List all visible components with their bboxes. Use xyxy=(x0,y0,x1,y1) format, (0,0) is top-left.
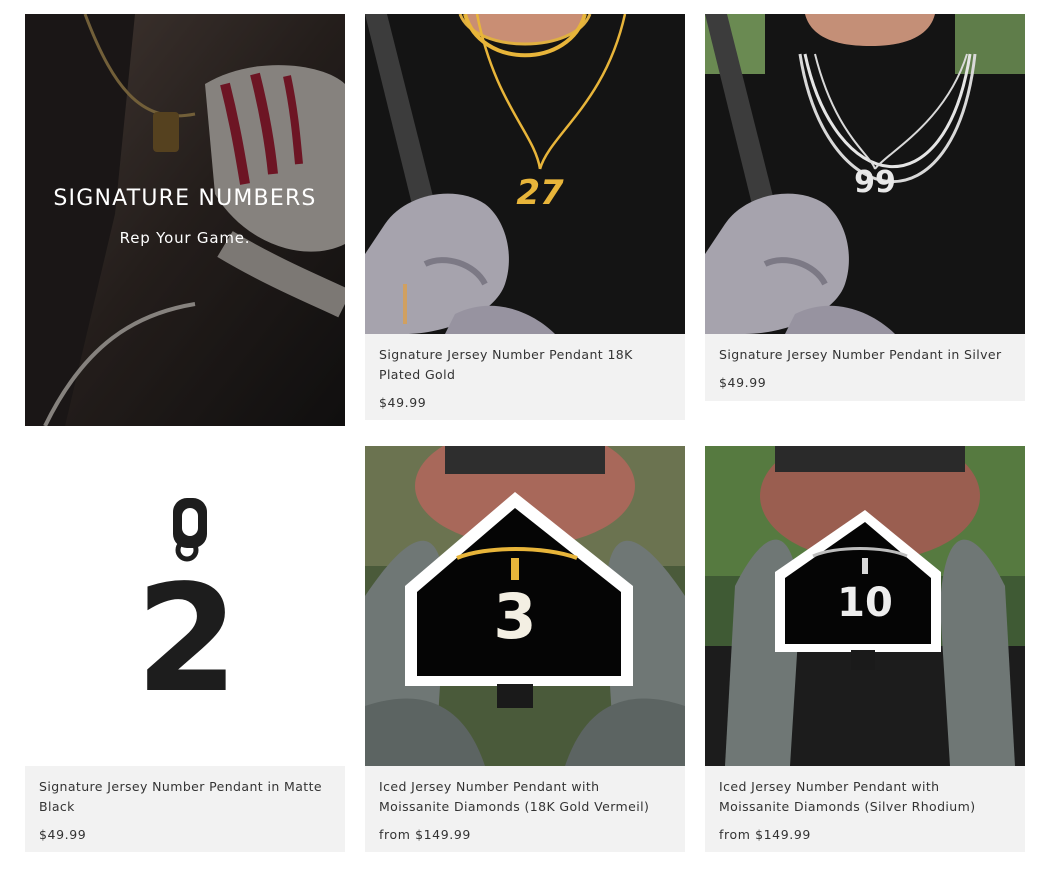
product-image[interactable]: 3 xyxy=(365,446,685,766)
product-title[interactable]: Iced Jersey Number Pendant with Moissani… xyxy=(379,777,671,817)
hero-title: SIGNATURE NUMBERS xyxy=(53,186,317,211)
pendant-number: 27 xyxy=(516,173,564,213)
product-price: from $149.99 xyxy=(719,827,811,842)
product-info: Signature Jersey Number Pendant 18K Plat… xyxy=(365,334,685,420)
product-price: from $149.99 xyxy=(379,827,471,842)
product-image[interactable]: 10 xyxy=(705,446,1025,766)
product-title[interactable]: Iced Jersey Number Pendant with Moissani… xyxy=(719,777,1011,817)
pendant-number: 99 xyxy=(854,165,896,200)
product-image[interactable]: 27 xyxy=(365,14,685,334)
hero-image xyxy=(25,14,345,426)
product-info: Iced Jersey Number Pendant with Moissani… xyxy=(705,766,1025,852)
collection-hero-tile[interactable]: SIGNATURE NUMBERS Rep Your Game. xyxy=(25,14,345,426)
pendant-number: 3 xyxy=(493,580,536,653)
hero-subtitle: Rep Your Game. xyxy=(119,229,251,247)
product-price: $49.99 xyxy=(39,827,87,842)
product-image[interactable]: 99 xyxy=(705,14,1025,334)
product-info: Signature Jersey Number Pendant in Matte… xyxy=(25,766,345,852)
pendant-number: 2 xyxy=(136,553,239,725)
product-title[interactable]: Signature Jersey Number Pendant in Silve… xyxy=(719,345,1011,365)
product-title[interactable]: Signature Jersey Number Pendant 18K Plat… xyxy=(379,345,671,385)
product-info: Signature Jersey Number Pendant in Silve… xyxy=(705,334,1025,401)
pendant-number: 10 xyxy=(837,580,893,626)
product-info: Iced Jersey Number Pendant with Moissani… xyxy=(365,766,685,852)
product-title[interactable]: Signature Jersey Number Pendant in Matte… xyxy=(39,777,331,817)
product-image[interactable]: 2 xyxy=(25,446,345,766)
product-price: $49.99 xyxy=(379,395,427,410)
product-price: $49.99 xyxy=(719,375,767,390)
